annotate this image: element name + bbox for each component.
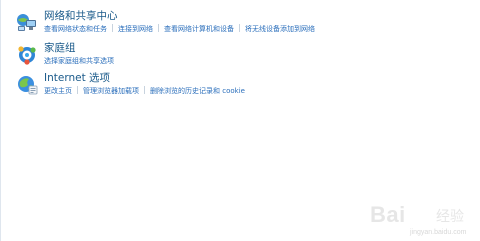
internet-options-icon [18, 76, 38, 95]
task-link-view-network-computers[interactable]: 查看网络计算机和设备 [164, 24, 234, 34]
task-link-delete-browsing-history[interactable]: 删除浏览的历史记录和 cookie [150, 86, 245, 96]
category-title[interactable]: 网络和共享中心 [44, 10, 118, 22]
task-links: 查看网络状态和任务 连接到网络 查看网络计算机和设备 将无线设备添加到网络 [44, 24, 315, 34]
task-link-manage-browser-addons[interactable]: 管理浏览器加载项 [83, 86, 139, 96]
task-link-add-wireless-device[interactable]: 将无线设备添加到网络 [245, 24, 315, 34]
task-link-homegroup-sharing-options[interactable]: 选择家庭组和共享选项 [44, 56, 114, 66]
watermark-url: jingyan.baidu.com [410, 229, 467, 236]
task-link-connect-to-network[interactable]: 连接到网络 [118, 24, 153, 34]
link-separator [144, 86, 145, 94]
baidu-jingyan-watermark: Bai 经验 jingyan.baidu.com [366, 196, 480, 241]
link-separator [239, 24, 240, 32]
link-separator [77, 86, 78, 94]
category-title[interactable]: 家庭组 [44, 42, 76, 54]
link-separator [158, 24, 159, 32]
link-separator [112, 24, 113, 32]
homegroup-icon [18, 46, 36, 65]
task-link-view-network-status[interactable]: 查看网络状态和任务 [44, 24, 107, 34]
task-links: 更改主页 管理浏览器加载项 删除浏览的历史记录和 cookie [44, 86, 245, 96]
network-icon [17, 14, 36, 31]
watermark-brand: Bai [370, 202, 406, 227]
task-links: 选择家庭组和共享选项 [44, 56, 114, 66]
task-link-change-home-page[interactable]: 更改主页 [44, 86, 72, 96]
watermark-brand-suffix: 经验 [436, 209, 464, 225]
category-title[interactable]: Internet 选项 [44, 72, 110, 84]
